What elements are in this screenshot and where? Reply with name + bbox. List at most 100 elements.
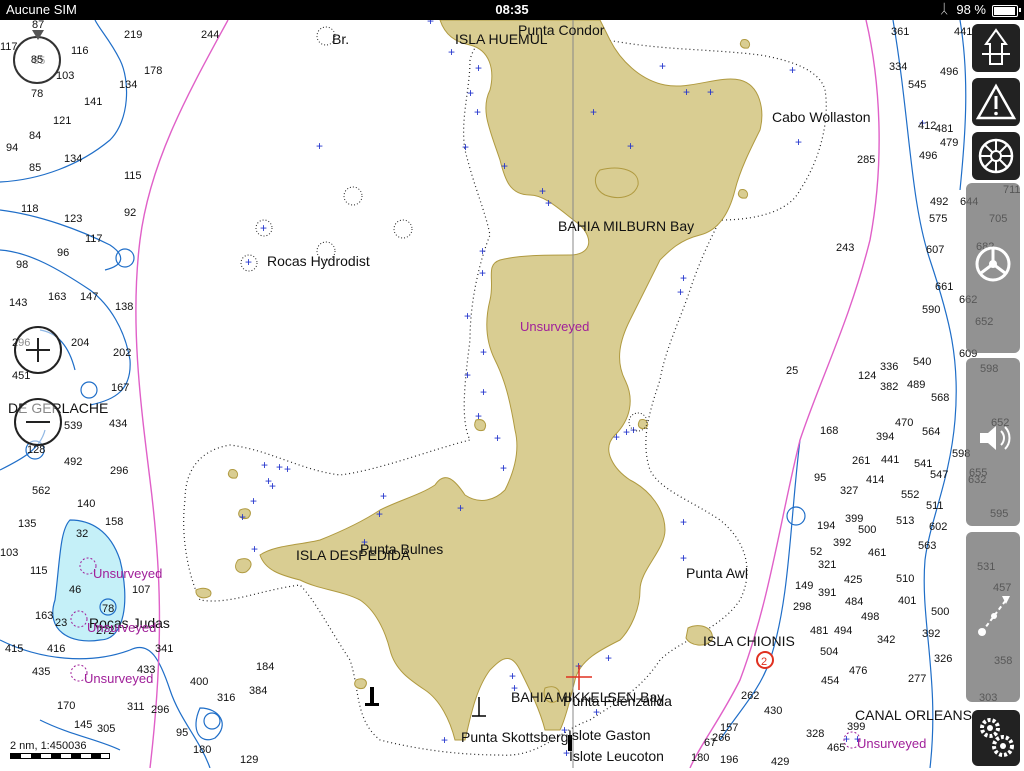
depth-sounding: 92 — [124, 207, 136, 219]
svg-text:+: + — [623, 425, 630, 439]
svg-text:+: + — [261, 458, 268, 472]
depth-sounding: 361 — [891, 26, 909, 38]
depth-sounding: 476 — [849, 665, 867, 677]
depth-sounding: 327 — [840, 485, 858, 497]
depth-sounding: 98 — [16, 259, 28, 271]
compass-heading: 85 — [30, 54, 44, 66]
depth-sounding: 194 — [817, 520, 835, 532]
svg-text:+: + — [475, 61, 482, 75]
svg-text:+: + — [479, 266, 486, 280]
depth-sounding: 492 — [930, 196, 948, 208]
wheel-button[interactable] — [972, 132, 1020, 180]
depth-sounding: 84 — [29, 130, 41, 142]
depth-sounding: 115 — [30, 565, 48, 577]
place-name: Islote Leucoton — [569, 748, 664, 764]
depth-sounding: 425 — [844, 574, 862, 586]
depth-sounding: 134 — [119, 79, 137, 91]
svg-text:+: + — [707, 85, 714, 99]
svg-text:+: + — [479, 244, 486, 258]
sound-panel[interactable] — [966, 358, 1020, 526]
svg-text:+: + — [284, 462, 291, 476]
depth-sounding: 180 — [193, 744, 211, 756]
svg-text:+: + — [464, 309, 471, 323]
depth-sounding: 465 — [827, 742, 845, 754]
depth-sounding: 163 — [48, 291, 66, 303]
depth-sounding: 116 — [71, 45, 89, 57]
svg-text:+: + — [680, 271, 687, 285]
depth-sounding: 435 — [32, 666, 50, 678]
depth-sounding: 141 — [84, 96, 102, 108]
depth-sounding: 539 — [64, 420, 82, 432]
place-name: Cabo Wollaston — [772, 109, 871, 125]
depth-sounding: 145 — [74, 719, 92, 731]
svg-text:+: + — [501, 159, 508, 173]
depth-sounding: 382 — [880, 381, 898, 393]
settings-button[interactable] — [972, 710, 1020, 766]
depth-sounding: 513 — [896, 515, 914, 527]
depth-sounding: 178 — [144, 65, 162, 77]
depth-sounding: 135 — [18, 518, 36, 530]
autopilot-panel[interactable] — [966, 183, 1020, 353]
place-name: Punta Skottsberg — [461, 729, 568, 745]
depth-sounding: 180 — [691, 752, 709, 764]
minus-icon — [26, 421, 50, 423]
unsurveyed-label: Unsurveyed — [857, 736, 926, 751]
svg-text:+: + — [677, 285, 684, 299]
depth-sounding: 552 — [901, 489, 919, 501]
depth-sounding: 434 — [109, 418, 127, 430]
depth-sounding: 504 — [820, 646, 838, 658]
zoom-in-button[interactable] — [14, 326, 62, 374]
depth-sounding: 575 — [929, 213, 947, 225]
depth-sounding: 484 — [845, 596, 863, 608]
place-name: Islote Gaston — [568, 727, 651, 743]
place-name: ISLA HUEMUL — [455, 31, 548, 47]
steering-wheel-icon — [975, 246, 1011, 282]
svg-text:+: + — [500, 461, 507, 475]
depth-sounding: 123 — [64, 213, 82, 225]
place-name: Punta Awl — [686, 565, 748, 581]
nav-mode-button[interactable] — [972, 24, 1020, 72]
svg-text:+: + — [464, 368, 471, 382]
depth-sounding: 547 — [930, 469, 948, 481]
depth-sounding: 23 — [55, 617, 67, 629]
svg-text:+: + — [680, 515, 687, 529]
svg-text:+: + — [474, 105, 481, 119]
svg-text:+: + — [467, 86, 474, 100]
depth-sounding: 124 — [858, 370, 876, 382]
depth-sounding: 540 — [913, 356, 931, 368]
svg-text:2: 2 — [761, 656, 767, 668]
zoom-out-button[interactable] — [14, 398, 62, 446]
depth-sounding: 95 — [814, 472, 826, 484]
depth-sounding: 118 — [21, 203, 39, 215]
depth-sounding: 168 — [820, 425, 838, 437]
depth-sounding: 496 — [919, 150, 937, 162]
depth-sounding: 334 — [889, 61, 907, 73]
route-panel[interactable] — [966, 532, 1020, 702]
nautical-chart[interactable]: + + + + + + + + + + + + + + + + + + + + + + + + + + + + + + + + + + + + + + + +… — [0, 20, 1024, 768]
svg-text:+: + — [795, 135, 802, 149]
bluetooth-icon: ᛸ — [940, 1, 948, 16]
svg-text:+: + — [448, 45, 455, 59]
place-name: ISLA CHIONIS — [703, 633, 795, 649]
depth-sounding: 326 — [934, 653, 952, 665]
svg-text:+: + — [245, 255, 252, 269]
depth-sounding: 115 — [124, 170, 142, 182]
compass-needle-icon — [32, 30, 44, 40]
depth-sounding: 140 — [77, 498, 95, 510]
battery-icon — [992, 5, 1018, 17]
depth-sounding: 415 — [5, 643, 23, 655]
settings-gears-icon — [980, 718, 1014, 757]
depth-sounding: 296 — [110, 465, 128, 477]
svg-text:+: + — [427, 20, 434, 28]
depth-sounding: 454 — [821, 675, 839, 687]
depth-sounding: 511 — [926, 500, 944, 512]
depth-sounding: 441 — [881, 454, 899, 466]
warning-button[interactable] — [972, 78, 1020, 126]
place-name: ISLA DESPEDIDA — [296, 547, 411, 563]
depth-sounding: 95 — [176, 727, 188, 739]
depth-sounding: 204 — [71, 337, 89, 349]
depth-sounding: 494 — [834, 625, 852, 637]
compass-button[interactable]: 85 — [13, 30, 61, 84]
depth-sounding: 489 — [907, 379, 925, 391]
depth-sounding: 498 — [861, 611, 879, 623]
